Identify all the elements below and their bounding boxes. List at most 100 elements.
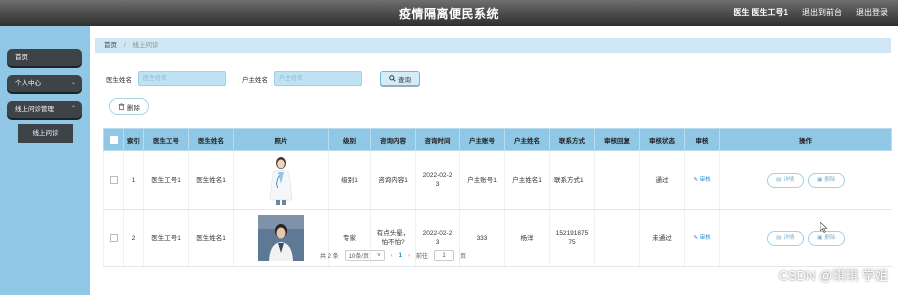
column-header: 户主姓名: [504, 128, 550, 151]
column-header: 级别: [328, 128, 371, 151]
breadcrumb-current: 线上问诊: [132, 42, 159, 49]
cell-household-name: 杨洋: [504, 209, 550, 267]
cell-doctor-id: 医生工号1: [143, 209, 189, 267]
cell-content: 咨询内容1: [370, 150, 416, 210]
audit-link-label: 审核: [699, 235, 711, 241]
row-checkbox[interactable]: [103, 209, 124, 267]
detail-button[interactable]: ▤ 详情: [766, 172, 804, 188]
next-page-icon[interactable]: ›: [408, 253, 410, 259]
sidebar-item-home[interactable]: 首页: [7, 49, 82, 66]
column-header: 医生姓名: [188, 128, 234, 151]
audit-link[interactable]: ✎ 审核: [693, 235, 710, 241]
breadcrumb-home[interactable]: 首页: [104, 42, 117, 49]
logout-link[interactable]: 退出登录: [856, 7, 888, 18]
cell-audit: ✎ 审核: [684, 209, 720, 267]
sidebar-item-label: 首页: [15, 54, 28, 61]
sidebar-item-label: 线上问诊管理: [15, 106, 54, 113]
row-checkbox[interactable]: [103, 150, 124, 210]
detail-button-label: 详情: [783, 176, 795, 183]
audit-link[interactable]: ✎ 审核: [693, 177, 710, 183]
back-to-frontend-link[interactable]: 退出到前台: [802, 7, 842, 18]
sidebar-item-consultation-management[interactable]: 线上问诊管理 ⌃: [7, 101, 82, 118]
search-bar: 医生姓名 户主姓名 查询: [106, 71, 420, 86]
cell-doctor-id: 医生工号1: [143, 150, 189, 210]
doctor-name-input[interactable]: [138, 71, 226, 86]
search-button-label: 查询: [398, 76, 411, 84]
delete-button[interactable]: ▣ 删除: [807, 172, 845, 188]
audit-link-label: 审核: [699, 177, 711, 183]
chevron-up-icon: ⌃: [70, 106, 76, 112]
sidebar-item-personal-center[interactable]: 个人中心 ⌄: [7, 75, 82, 92]
cell-photo: [233, 150, 329, 210]
doctor-photo[interactable]: [259, 154, 303, 206]
batch-delete-label: 删除: [127, 104, 140, 112]
watermark: CSDN @琪琪 学姐: [778, 268, 888, 283]
goto-page-input[interactable]: 1: [434, 250, 455, 261]
table-header-row: 索引 医生工号 医生姓名 照片 级别 咨询内容 咨询时间 户主账号 户主姓名 联…: [103, 128, 892, 151]
mouse-cursor-icon: [820, 222, 828, 233]
chevron-down-icon: ⌄: [70, 80, 76, 86]
sidebar: 首页 个人中心 ⌄ 线上问诊管理 ⌃: [0, 26, 90, 295]
header-actions: 医生 医生工号1 退出到前台 退出登录: [733, 7, 888, 18]
pagination-total: 共 2 条: [320, 254, 339, 260]
cell-doctor-name: 医生姓名1: [188, 150, 234, 210]
column-header: 操作: [719, 128, 892, 151]
page-size-select[interactable]: 10条/页 ˅: [344, 250, 385, 261]
doctor-name-label: 医生姓名: [106, 76, 132, 84]
column-header: 审核回复: [594, 128, 640, 151]
delete-button-label: 删除: [824, 176, 836, 183]
detail-button-label: 详情: [783, 234, 795, 241]
cell-reply: [594, 150, 640, 210]
breadcrumb: 首页 / 线上问诊: [95, 38, 891, 53]
cell-account: 户主账号1: [459, 150, 505, 210]
pagination: 共 2 条 10条/页 ˅ ‹ 1 › 前往 1 页: [320, 250, 466, 261]
page-number-current[interactable]: 1: [399, 253, 402, 259]
document-icon: ▤: [776, 176, 782, 183]
trash-icon: [118, 103, 125, 110]
cell-audit: ✎ 审核: [684, 150, 720, 210]
table-row: 1 医生工号1 医生姓名1 级别1 咨询内容1 2022-02-23 户主账号1…: [103, 150, 892, 210]
column-header: 照片: [233, 128, 329, 151]
table-row: 2 医生工号1 医生姓名1 专家 有点头晕，怕不怕? 2022-02-23 33…: [103, 209, 892, 267]
column-header: 咨询内容: [370, 128, 416, 151]
top-header: 疫情隔离便民系统 医生 医生工号1 退出到前台 退出登录: [0, 0, 898, 26]
household-name-input[interactable]: [274, 71, 362, 86]
goto-label: 前往: [416, 254, 429, 260]
cell-index: 1: [123, 150, 144, 210]
search-button[interactable]: 查询: [380, 71, 420, 86]
breadcrumb-separator: /: [123, 42, 126, 49]
cell-status: 未通过: [639, 209, 685, 267]
column-header: 户主账号: [459, 128, 505, 151]
sidebar-item-label: 个人中心: [15, 80, 41, 87]
cell-status: 通过: [639, 150, 685, 210]
select-all-checkbox[interactable]: [103, 128, 124, 151]
cell-contact: 联系方式1: [549, 150, 595, 210]
cell-actions: ▤ 详情 ▣ 删除: [719, 209, 892, 267]
column-header: 审核: [684, 128, 720, 151]
cell-photo: [233, 209, 329, 267]
trash-icon: ▣: [817, 234, 823, 241]
batch-delete-button[interactable]: 删除: [109, 98, 149, 115]
main-content: 首页 / 线上问诊 医生姓名 户主姓名 查询 删除 索引 医生工号 医生姓名: [90, 26, 898, 295]
column-header: 医生工号: [143, 128, 189, 151]
cell-contact: 15219187575: [549, 209, 595, 267]
detail-button[interactable]: ▤ 详情: [766, 230, 804, 246]
delete-button-label: 删除: [824, 234, 836, 241]
prev-page-icon[interactable]: ‹: [391, 253, 393, 259]
column-header: 索引: [123, 128, 144, 151]
column-header: 咨询时间: [415, 128, 460, 151]
cell-actions: ▤ 详情 ▣ 删除: [719, 150, 892, 210]
column-header: 审核状态: [639, 128, 685, 151]
cell-index: 2: [123, 209, 144, 267]
search-icon: [389, 75, 396, 82]
page-size-value: 10条/页: [348, 254, 370, 260]
cell-reply: [594, 209, 640, 267]
column-header: 联系方式: [549, 128, 595, 151]
cell-time: 2022-02-23: [415, 150, 460, 210]
doctor-photo[interactable]: [258, 215, 304, 261]
chevron-down-icon: ˅: [377, 252, 381, 259]
cell-doctor-name: 医生姓名1: [188, 209, 234, 267]
household-name-label: 户主姓名: [242, 76, 268, 84]
goto-unit: 页: [460, 254, 467, 260]
sidebar-subitem-online-consultation[interactable]: 线上问诊: [18, 124, 73, 143]
